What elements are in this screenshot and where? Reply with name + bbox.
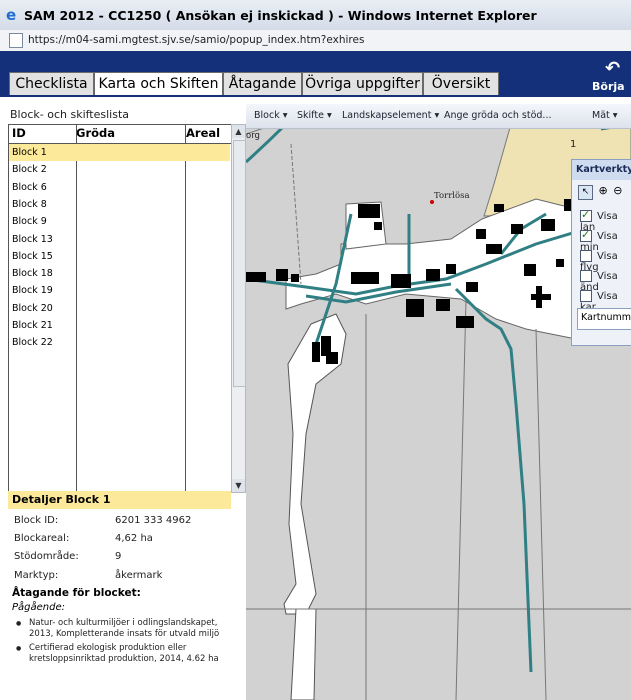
tab-karta-och-skiften[interactable]: Karta och Skiften xyxy=(94,72,223,96)
list-title: Block- och skifteslista xyxy=(10,108,130,121)
detail-label-blockareal: Blockareal: xyxy=(14,533,70,544)
checkbox-icon[interactable] xyxy=(580,290,592,302)
page-icon xyxy=(9,33,23,48)
detail-label-marktyp: Marktyp: xyxy=(14,570,59,581)
list-scrollbar[interactable]: ▲ ▼ xyxy=(231,124,246,493)
list-item-id: Block 1 xyxy=(12,147,47,158)
list-item-id: Block 18 xyxy=(12,268,53,280)
zoom-in-icon[interactable]: ⊕ xyxy=(599,184,608,197)
col-header-groda[interactable]: Gröda xyxy=(76,124,115,144)
start-over-button[interactable]: Börja o xyxy=(592,80,631,106)
ie-logo-icon: e xyxy=(6,6,17,24)
checkbox-icon[interactable] xyxy=(580,270,592,282)
place-label: Torrlösa xyxy=(434,191,470,201)
detail-value-block-id: 6201 333 4962 xyxy=(115,515,192,526)
details-title: Detaljer Block 1 xyxy=(8,491,231,509)
list-item-id: Block 2 xyxy=(12,164,47,176)
list-item[interactable]: Block 22 xyxy=(9,334,230,351)
tab-ovriga-uppgifter[interactable]: Övriga uppgifter xyxy=(302,72,423,95)
col-header-id[interactable]: ID xyxy=(12,124,26,144)
detail-label-stodomrade: Stödområde: xyxy=(14,551,79,562)
list-item-id: Block 19 xyxy=(12,285,53,297)
list-item-id: Block 15 xyxy=(12,250,53,262)
list-item-id: Block 13 xyxy=(12,233,53,245)
list-item[interactable]: Block 18 xyxy=(9,265,230,282)
undo-icon[interactable]: ↶ xyxy=(605,58,620,79)
list-item-id: Block 9 xyxy=(12,216,47,228)
list-item[interactable]: Block 13 xyxy=(9,231,230,248)
app-header: Checklista Karta och Skiften Åtagande Öv… xyxy=(0,51,631,96)
checkbox-icon[interactable] xyxy=(580,250,592,262)
zoom-out-icon[interactable]: ⊖ xyxy=(613,184,622,197)
map-number-label: 1 xyxy=(570,139,576,150)
map-tools-panel: Kartverkty ↖ ⊕ ⊖ Visa lan Visa min Visa … xyxy=(571,159,631,346)
detail-label-block-id: Block ID: xyxy=(14,515,59,526)
list-item[interactable]: Block 6 xyxy=(9,179,230,196)
list-item[interactable]: Block 20 xyxy=(9,300,230,317)
scroll-up-icon[interactable]: ▲ xyxy=(232,125,245,138)
map-toolbar: Block ▾ Skifte ▾ Landskapselement ▾ Ange… xyxy=(246,104,631,129)
block-menu[interactable]: Block ▾ xyxy=(254,110,288,121)
scroll-down-icon[interactable]: ▼ xyxy=(232,479,245,492)
list-item-id: Block 22 xyxy=(12,337,53,349)
list-item[interactable]: Block 1 xyxy=(9,144,230,161)
pointer-icon[interactable]: ↖ xyxy=(578,185,593,200)
window-titlebar: e SAM 2012 - CC1250 ( Ansökan ej inskick… xyxy=(0,0,631,31)
address-bar: https://m04-sami.mgtest.sjv.se/samio/pop… xyxy=(0,30,631,52)
commitments-title: Åtagande för blocket: xyxy=(12,587,141,599)
tab-oversikt[interactable]: Översikt xyxy=(423,72,499,95)
col-header-areal[interactable]: Areal xyxy=(186,124,220,144)
window-title: SAM 2012 - CC1250 ( Ansökan ej inskickad… xyxy=(24,8,537,23)
map-tools-iconbar: ↖ ⊕ ⊖ xyxy=(578,184,622,200)
list-item-id: Block 8 xyxy=(12,198,47,210)
list-item[interactable]: Block 2 xyxy=(9,161,230,178)
tab-checklista[interactable]: Checklista xyxy=(9,72,94,95)
mat-menu[interactable]: Mät ▾ xyxy=(592,110,618,121)
corner-label: org xyxy=(246,131,260,141)
detail-value-marktyp: åkermark xyxy=(115,570,163,581)
list-item[interactable]: Block 9 xyxy=(9,213,230,230)
list-item[interactable]: Block 21 xyxy=(9,317,230,334)
map-number-select[interactable]: Kartnumm xyxy=(577,308,631,330)
skifte-menu[interactable]: Skifte ▾ xyxy=(297,110,332,121)
map-tools-title: Kartverkty xyxy=(572,160,631,180)
detail-value-blockareal: 4,62 ha xyxy=(115,533,153,544)
url-text[interactable]: https://m04-sami.mgtest.sjv.se/samio/pop… xyxy=(28,34,364,46)
checkbox-icon[interactable] xyxy=(580,228,592,242)
list-item-id: Block 20 xyxy=(12,302,53,314)
commitment-item: Certifierad ekologisk produktion eller k… xyxy=(16,643,237,665)
list-item[interactable]: Block 19 xyxy=(9,282,230,299)
scroll-thumb[interactable] xyxy=(233,140,246,387)
commitment-item: Natur- och kulturmiljöer i odlingslandsk… xyxy=(16,618,237,640)
list-item[interactable]: Block 15 xyxy=(9,248,230,265)
detail-value-stodomrade: 9 xyxy=(115,551,122,562)
list-item-id: Block 21 xyxy=(12,320,53,331)
ongoing-label: Pågående: xyxy=(12,602,65,613)
checkbox-icon[interactable] xyxy=(580,208,592,222)
list-item[interactable]: Block 8 xyxy=(9,196,230,213)
landskapselement-menu[interactable]: Landskapselement ▾ xyxy=(342,110,439,121)
tab-atagande[interactable]: Åtagande xyxy=(223,72,302,95)
list-item-id: Block 6 xyxy=(12,181,47,193)
ange-groda-button[interactable]: Ange gröda och stöd... xyxy=(444,110,551,121)
